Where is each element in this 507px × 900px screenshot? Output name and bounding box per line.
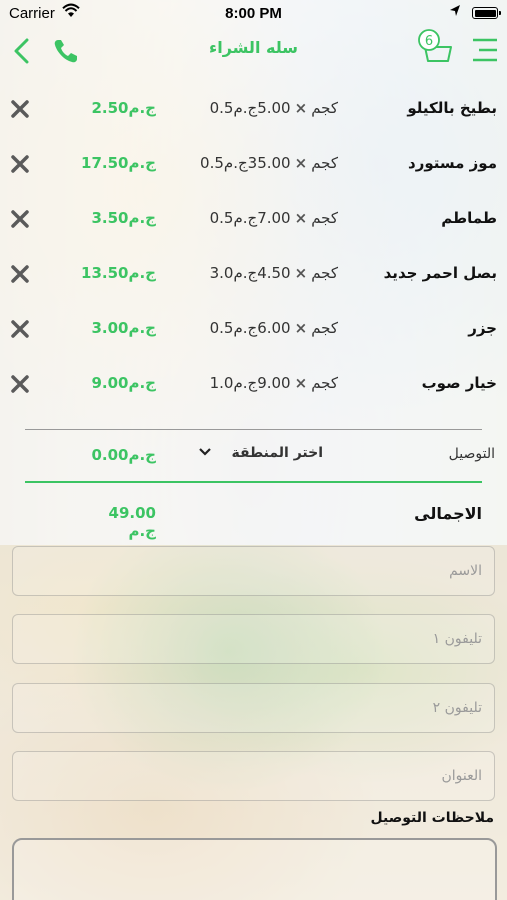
item-total: 9.00ج.م: [91, 374, 156, 392]
item-name: بطيخ بالكيلو: [407, 99, 497, 117]
cart-item: بصل احمر جديد 3.0كجم×4.50ج.م 13.50ج.م: [0, 245, 507, 300]
remove-item-x-icon[interactable]: [10, 154, 30, 174]
times-sign: ×: [294, 154, 308, 172]
phone2-field: [12, 683, 495, 733]
hamburger-menu-icon[interactable]: [471, 37, 499, 63]
item-total: 3.00ج.م: [91, 319, 156, 337]
total-divider: [25, 481, 482, 483]
item-quantity-price: 0.5كجم×6.00ج.م: [190, 319, 338, 337]
cart-item: بطيخ بالكيلو 0.5كجم×5.00ج.م 2.50ج.م: [0, 80, 507, 135]
cart-item: موز مستورد 0.5كجم×35.00ج.م 17.50ج.م: [0, 135, 507, 190]
notes-label: ملاحظات التوصيل: [370, 810, 494, 826]
item-total: 2.50ج.م: [91, 99, 156, 117]
times-sign: ×: [294, 264, 308, 282]
item-unit-price: 6.00ج.م: [233, 319, 291, 337]
item-total: 13.50ج.م: [81, 264, 156, 282]
item-unit-price: 4.50ج.م: [233, 264, 291, 282]
item-quantity-price: 1.0كجم×9.00ج.م: [190, 374, 338, 392]
remove-item-x-icon[interactable]: [10, 374, 30, 394]
item-quantity-price: 0.5كجم×5.00ج.م: [190, 99, 338, 117]
divider: [25, 429, 482, 430]
chevron-down-icon: [198, 445, 212, 461]
remove-item-x-icon[interactable]: [10, 209, 30, 229]
remove-item-x-icon[interactable]: [10, 319, 30, 339]
times-sign: ×: [294, 209, 308, 227]
region-selected-value: اختر المنطقة: [231, 445, 323, 461]
cart-icon[interactable]: 6: [415, 28, 457, 68]
item-unit-price: 7.00ج.م: [233, 209, 291, 227]
delivery-row: التوصيل اختر المنطقة 0.00ج.م: [0, 440, 507, 470]
remove-item-x-icon[interactable]: [10, 99, 30, 119]
name-input[interactable]: [13, 547, 494, 595]
item-name: خيار صوب: [421, 374, 497, 392]
remove-item-x-icon[interactable]: [10, 264, 30, 284]
address-field: [12, 751, 495, 801]
total-row: الاجمالى 49.00 ج.م: [0, 500, 507, 540]
phone1-field: [12, 614, 495, 664]
nav-bar: سله الشراء 6: [0, 28, 507, 72]
item-total: 17.50ج.م: [81, 154, 156, 172]
name-field: [12, 546, 495, 596]
notes-field: [12, 838, 497, 900]
total-value: 49.00 ج.م: [108, 504, 156, 540]
item-name: بصل احمر جديد: [383, 264, 497, 282]
item-name: طماطم: [441, 209, 497, 227]
item-total: 3.50ج.م: [91, 209, 156, 227]
delivery-fee: 0.00ج.م: [91, 446, 156, 464]
notes-textarea[interactable]: [14, 840, 495, 900]
times-sign: ×: [294, 99, 308, 117]
item-unit-price: 9.00ج.م: [233, 374, 291, 392]
region-dropdown[interactable]: اختر المنطقة: [198, 445, 323, 461]
times-sign: ×: [294, 374, 308, 392]
item-unit-price: 5.00ج.م: [233, 99, 291, 117]
battery-icon: [472, 7, 501, 19]
item-unit-price: 35.00ج.م: [223, 154, 291, 172]
status-bar: Carrier 8:00 PM: [0, 0, 507, 28]
clock: 8:00 PM: [225, 5, 282, 22]
item-quantity-price: 0.5كجم×7.00ج.م: [190, 209, 338, 227]
address-input[interactable]: [13, 752, 494, 800]
item-name: جزر: [468, 319, 497, 337]
cart-item: جزر 0.5كجم×6.00ج.م 3.00ج.م: [0, 300, 507, 355]
cart-count-badge: 6: [425, 34, 433, 49]
phone1-input[interactable]: [13, 615, 494, 663]
item-name: موز مستورد: [408, 154, 497, 172]
delivery-label: التوصيل: [448, 446, 495, 462]
item-quantity-price: 0.5كجم×35.00ج.م: [190, 154, 338, 172]
cart-item: طماطم 0.5كجم×7.00ج.م 3.50ج.م: [0, 190, 507, 245]
location-arrow-icon: [449, 4, 461, 22]
cart-item: خيار صوب 1.0كجم×9.00ج.م 9.00ج.م: [0, 355, 507, 410]
item-quantity-price: 3.0كجم×4.50ج.م: [190, 264, 338, 282]
phone2-input[interactable]: [13, 684, 494, 732]
times-sign: ×: [294, 319, 308, 337]
total-label: الاجمالى: [414, 504, 482, 523]
